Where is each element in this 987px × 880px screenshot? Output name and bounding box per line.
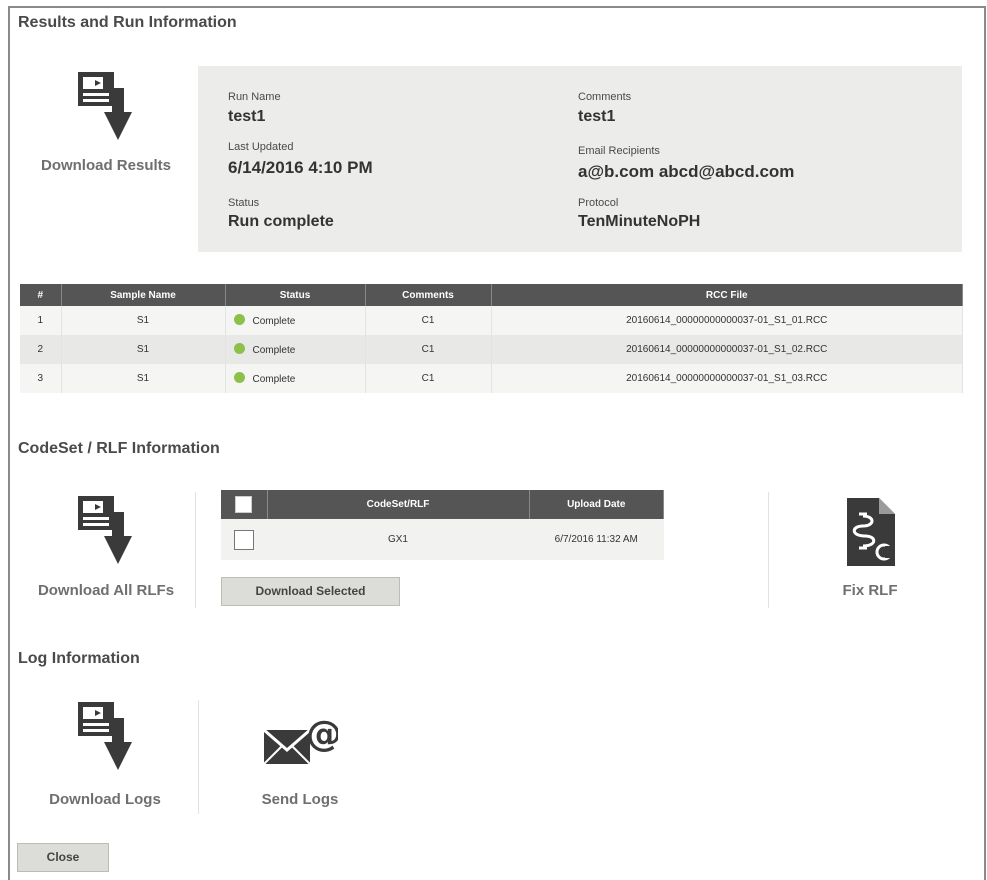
col-codeset-rlf[interactable]: CodeSet/RLF [267, 490, 530, 519]
last-updated-value: 6/14/2016 4:10 PM [228, 158, 373, 177]
download-all-rlfs-icon[interactable] [76, 494, 136, 568]
row-status-text: Complete [252, 374, 296, 385]
codeset-header-row: CodeSet/RLF Upload Date [221, 490, 664, 519]
status-dot-icon [233, 372, 245, 383]
row-number: 3 [20, 364, 62, 393]
status-dot-icon [233, 314, 245, 325]
download-results-icon[interactable] [76, 70, 136, 144]
email-at-icon[interactable]: @ [262, 712, 338, 768]
download-all-rlfs-label[interactable]: Download All RLFs [22, 582, 190, 599]
download-logs-icon[interactable] [76, 700, 136, 774]
row-sample-name: S1 [61, 306, 226, 335]
status-value: Run complete [228, 213, 334, 230]
row-comments: C1 [365, 364, 492, 393]
row-status: Complete [225, 335, 366, 364]
row-upload-date: 6/7/2016 11:32 AM [529, 519, 664, 560]
fix-rlf-label[interactable]: Fix RLF [820, 582, 920, 599]
email-recipients-label: Email Recipients [578, 145, 660, 157]
send-logs-label[interactable]: Send Logs [232, 791, 368, 808]
col-status[interactable]: Status [225, 284, 366, 306]
status-dot-icon [233, 343, 245, 354]
samples-table: # Sample Name Status Comments RCC File 1… [20, 284, 963, 393]
email-recipients-value: a@b.com abcd@abcd.com [578, 162, 795, 181]
col-sample-name[interactable]: Sample Name [61, 284, 226, 306]
download-selected-button[interactable]: Download Selected [221, 577, 400, 606]
codeset-table: CodeSet/RLF Upload Date GX1 6/7/2016 11:… [221, 490, 664, 560]
row-comments: C1 [365, 335, 492, 364]
col-comments[interactable]: Comments [365, 284, 492, 306]
comments-label: Comments [578, 91, 632, 103]
results-section-title: Results and Run Information [18, 14, 237, 31]
table-row[interactable]: 1 S1 Complete C1 20160614_00000000000037… [20, 306, 963, 335]
protocol-label: Protocol [578, 197, 619, 209]
last-updated-label: Last Updated [228, 141, 294, 153]
row-status: Complete [225, 364, 366, 393]
select-all-cell [221, 490, 268, 519]
row-number: 1 [20, 306, 62, 335]
status-label: Status [228, 197, 260, 209]
row-checkbox[interactable] [234, 529, 254, 550]
svg-text:@: @ [306, 714, 338, 755]
close-button[interactable]: Close [17, 843, 109, 872]
run-name-label: Run Name [228, 91, 281, 103]
row-codeset-name: GX1 [267, 519, 529, 560]
row-select-cell [221, 519, 267, 560]
row-number: 2 [20, 335, 62, 364]
run-name-value: test1 [228, 108, 266, 125]
col-rcc-file[interactable]: RCC File [491, 284, 963, 306]
log-section-title: Log Information [18, 650, 140, 667]
row-rcc-file: 20160614_00000000000037-01_S1_03.RCC [491, 364, 963, 393]
row-rcc-file: 20160614_00000000000037-01_S1_01.RCC [491, 306, 963, 335]
row-sample-name: S1 [61, 335, 226, 364]
select-all-checkbox[interactable] [235, 496, 253, 513]
table-row[interactable]: 2 S1 Complete C1 20160614_00000000000037… [20, 335, 963, 364]
comments-value: test1 [578, 108, 616, 125]
col-upload-date[interactable]: Upload Date [529, 490, 664, 519]
download-logs-label[interactable]: Download Logs [32, 791, 178, 808]
download-results-label[interactable]: Download Results [30, 157, 182, 174]
row-sample-name: S1 [61, 364, 226, 393]
codeset-section-title: CodeSet / RLF Information [18, 440, 220, 457]
table-row[interactable]: GX1 6/7/2016 11:32 AM [221, 519, 664, 560]
row-status: Complete [225, 306, 366, 335]
col-number[interactable]: # [20, 284, 62, 306]
row-status-text: Complete [252, 345, 296, 356]
divider [195, 492, 196, 608]
row-status-text: Complete [252, 316, 296, 327]
row-rcc-file: 20160614_00000000000037-01_S1_02.RCC [491, 335, 963, 364]
samples-header-row: # Sample Name Status Comments RCC File [20, 284, 963, 306]
row-comments: C1 [365, 306, 492, 335]
table-row[interactable]: 3 S1 Complete C1 20160614_00000000000037… [20, 364, 963, 393]
fix-rlf-icon[interactable] [845, 496, 897, 568]
protocol-value: TenMinuteNoPH [578, 213, 701, 230]
run-info-panel: Run Name test1 Last Updated 6/14/2016 4:… [198, 66, 962, 252]
divider [198, 700, 199, 814]
divider [768, 492, 769, 608]
